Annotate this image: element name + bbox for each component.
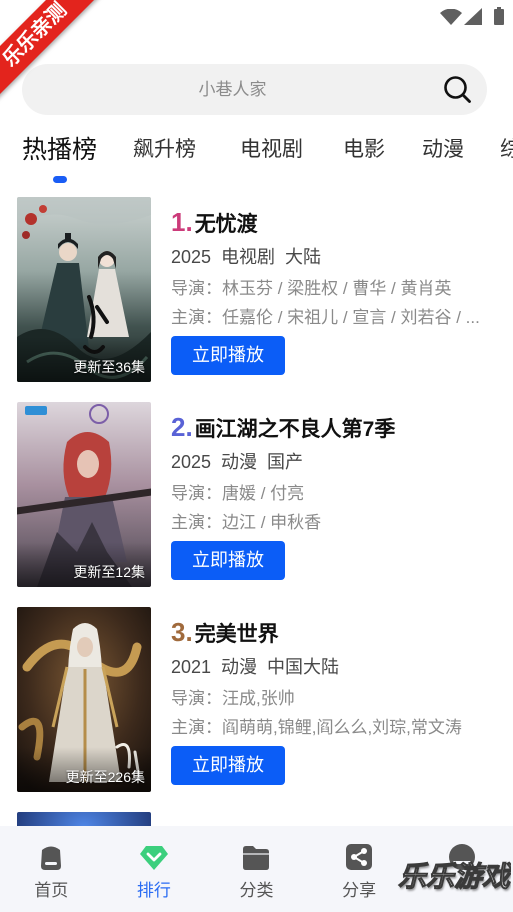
ranking-list-item[interactable]: 更新至226集 3.完美世界 2021 动漫 中国大陆 导演：汪成,张帅 主演：阎萌…: [0, 607, 513, 792]
tab-anime[interactable]: 动漫: [422, 133, 464, 167]
nav-label: 排行: [136, 881, 171, 900]
nav-share[interactable]: 分享: [308, 826, 411, 912]
show-genre: 动漫: [221, 657, 258, 677]
show-meta: 2025 动漫 国产: [171, 450, 501, 474]
ranking-list-item[interactable]: 更新至36集 1.无忧渡 2025 电视剧 大陆 导演：林玉芬 / 梁胜权 / 曹华…: [0, 197, 513, 382]
play-now-button[interactable]: 立即播放: [171, 746, 285, 785]
episode-update-badge: 更新至226集: [65, 769, 145, 785]
show-director: 导演：唐媛 / 付亮: [171, 484, 305, 503]
signal-icon: [464, 8, 482, 25]
play-now-button[interactable]: 立即播放: [171, 336, 285, 375]
home-icon: [41, 846, 62, 870]
search-icon[interactable]: [443, 75, 472, 104]
play-now-button[interactable]: 立即播放: [171, 541, 285, 580]
poster-art: [17, 402, 151, 587]
poster-art: [17, 607, 151, 792]
corner-ribbon: 乐乐亲测: [0, 0, 110, 110]
show-title: 无忧渡: [194, 213, 258, 236]
nav-label: 分享: [342, 881, 377, 900]
title-row[interactable]: 3.完美世界: [171, 615, 501, 649]
title-row[interactable]: 1.无忧渡: [171, 205, 501, 239]
episode-update-badge: 更新至36集: [73, 359, 145, 375]
watermark-logo: 乐乐游戏: [397, 861, 510, 893]
rank-number: 2.: [171, 412, 193, 442]
share-icon: [346, 844, 373, 870]
show-region: 国产: [267, 452, 304, 472]
title-row[interactable]: 2.画江湖之不良人第7季: [171, 410, 501, 444]
tab-label: 热播榜: [22, 136, 98, 164]
show-title: 画江湖之不良人第7季: [194, 418, 396, 441]
nav-label: 分类: [239, 881, 274, 900]
tab-label: 综: [500, 138, 513, 161]
active-tab-indicator: [52, 176, 67, 183]
ranking-list-item[interactable]: 更新至12集 2.画江湖之不良人第7季 2025 动漫 国产 导演：唐媛 / 付亮 …: [0, 402, 513, 587]
tab-label: 电影: [343, 138, 386, 161]
show-genre: 电视剧: [221, 247, 276, 267]
ranking-gem-icon: [139, 846, 168, 870]
tab-movies[interactable]: 电影: [343, 133, 385, 167]
battery-icon: [494, 7, 504, 25]
nav-label: 首页: [34, 881, 69, 900]
show-region: 中国大陆: [267, 657, 340, 677]
show-year: 2021: [171, 657, 212, 677]
rank-number: 1.: [171, 207, 193, 237]
show-title: 完美世界: [194, 623, 279, 646]
tab-tv-series[interactable]: 电视剧: [240, 133, 303, 167]
show-cast: 主演：任嘉伦 / 宋祖儿 / 宣言 / 刘若谷 / ...: [171, 308, 480, 327]
show-director: 导演：汪成,张帅: [171, 689, 295, 708]
show-year: 2025: [171, 247, 212, 267]
tab-label: 动漫: [422, 138, 465, 161]
tab-label: 电视剧: [240, 138, 304, 161]
show-meta: 2021 动漫 中国大陆: [171, 655, 501, 679]
tab-rising[interactable]: 飙升榜: [133, 133, 196, 167]
rank-number: 3.: [171, 617, 193, 647]
show-meta: 2025 电视剧 大陆: [171, 245, 501, 269]
corner-ribbon-label: 乐乐亲测: [0, 0, 104, 104]
show-region: 大陆: [285, 247, 322, 267]
show-cast: 主演：阎萌萌,锦鲤,阎么么,刘琮,常文涛: [171, 718, 462, 737]
show-director: 导演：林玉芬 / 梁胜权 / 曹华 / 黄肖英: [171, 279, 452, 298]
show-genre: 动漫: [221, 452, 258, 472]
nav-category[interactable]: 分类: [205, 826, 308, 912]
wifi-icon: [440, 9, 462, 25]
tab-variety[interactable]: 综: [500, 133, 513, 167]
tab-hot[interactable]: 热播榜: [22, 133, 98, 183]
poster-image[interactable]: 更新至12集: [17, 402, 151, 587]
poster-image[interactable]: 更新至226集: [17, 607, 151, 792]
episode-update-badge: 更新至12集: [73, 564, 145, 580]
poster-art: [17, 197, 151, 382]
ranking-tabs: 热播榜 飙升榜 电视剧 电影 动漫 综: [22, 133, 513, 187]
show-year: 2025: [171, 452, 212, 472]
show-cast: 主演：边江 / 申秋香: [171, 513, 322, 532]
tab-label: 飙升榜: [133, 138, 197, 161]
folder-icon: [243, 846, 270, 870]
poster-image[interactable]: 更新至36集: [17, 197, 151, 382]
nav-home[interactable]: 首页: [0, 826, 103, 912]
nav-ranking[interactable]: 排行: [103, 826, 206, 912]
